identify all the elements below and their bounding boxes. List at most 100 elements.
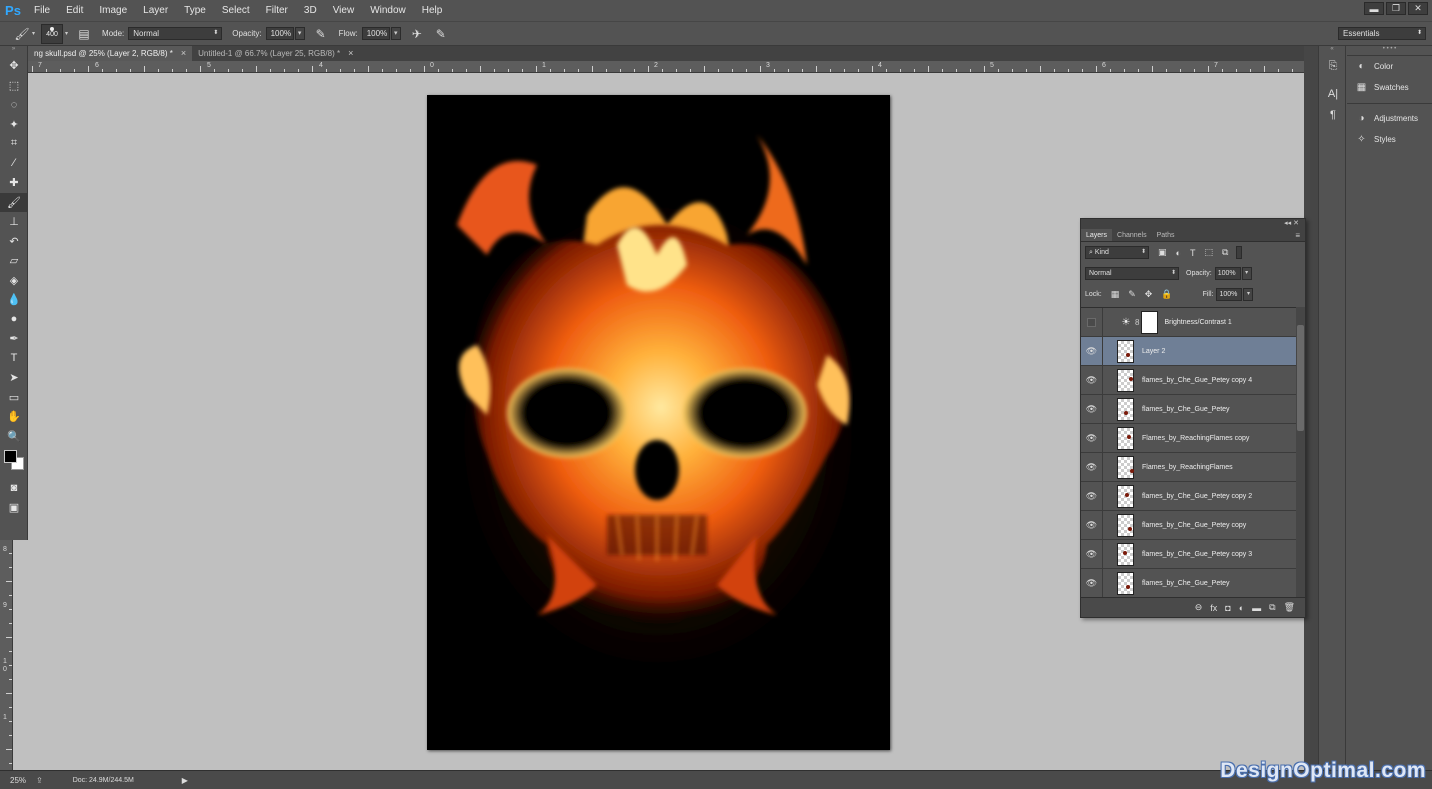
airbrush-icon[interactable]: ✈	[409, 26, 425, 42]
tab-skull-document[interactable]: ng skull.psd @ 25% (Layer 2, RGB/8) * ×	[28, 46, 193, 61]
mask-link-icon[interactable]: 8	[1135, 318, 1139, 327]
menu-item-help[interactable]: Help	[414, 0, 451, 21]
type-filter-icon[interactable]: T	[1190, 248, 1196, 258]
layer-thumbnail[interactable]	[1117, 397, 1134, 421]
visibility-toggle[interactable]	[1081, 308, 1103, 337]
filter-toggle[interactable]	[1236, 246, 1243, 259]
layer-row[interactable]: 👁 flames_by_Che_Gue_Petey copy	[1081, 510, 1296, 540]
menu-item-select[interactable]: Select	[214, 0, 258, 21]
layer-thumbnail[interactable]	[1117, 426, 1134, 450]
pixel-filter-icon[interactable]: ▣	[1158, 247, 1167, 258]
opacity-input[interactable]: 100%	[265, 27, 294, 40]
dock-item-color[interactable]: ◐ Color	[1347, 56, 1432, 77]
eye-icon[interactable]: 👁	[1081, 568, 1103, 598]
type-tool-icon[interactable]: T	[0, 349, 28, 369]
layer-row[interactable]: 👁 flames_by_Che_Gue_Petey	[1081, 394, 1296, 424]
lock-transparent-icon[interactable]: ▦	[1111, 289, 1120, 300]
brush-dropdown-icon[interactable]: ▾	[65, 30, 68, 37]
horizontal-ruler[interactable]: 7 6 5 4 0 1 2 3 4 5 6 7	[28, 61, 1304, 73]
pen-tool-icon[interactable]: ✒	[0, 329, 28, 349]
eye-icon[interactable]: 👁	[1081, 423, 1103, 453]
tab-layers[interactable]: Layers	[1081, 229, 1113, 241]
layer-row[interactable]: 👁 Flames_by_ReachingFlames	[1081, 452, 1296, 482]
screen-mode-icon[interactable]: ▣	[0, 498, 28, 518]
layer-opacity-input[interactable]: 100%	[1214, 267, 1241, 280]
clone-stamp-tool-icon[interactable]: ⊥	[0, 212, 28, 232]
layer-filter-select[interactable]: ⌕ Kind ⬍	[1085, 246, 1149, 259]
layer-thumbnail[interactable]	[1117, 484, 1134, 508]
add-mask-icon[interactable]: ◘	[1225, 603, 1230, 613]
paragraph-panel-icon[interactable]: ¶	[1319, 104, 1347, 125]
layer-thumbnail[interactable]	[1117, 571, 1134, 595]
brush-preset-picker[interactable]: 400	[41, 23, 64, 44]
blur-tool-icon[interactable]: 💧	[0, 290, 28, 310]
layer-thumbnail[interactable]	[1117, 542, 1134, 566]
layer-mask-thumbnail[interactable]	[1141, 310, 1159, 334]
restore-button[interactable]: ❐	[1386, 2, 1406, 15]
fill-dropdown[interactable]: ▾	[1243, 288, 1254, 301]
dodge-tool-icon[interactable]: ●	[0, 310, 28, 330]
layer-thumbnail[interactable]	[1117, 513, 1134, 537]
layer-list-scrollbar[interactable]	[1296, 307, 1305, 598]
layer-row[interactable]: 👁 flames_by_Che_Gue_Petey copy 2	[1081, 481, 1296, 511]
close-button[interactable]: ✕	[1408, 2, 1428, 15]
dock-item-styles[interactable]: ✧ Styles	[1347, 129, 1432, 150]
hand-tool-icon[interactable]: ✋	[0, 407, 28, 427]
lock-all-icon[interactable]: 🔒	[1161, 289, 1172, 300]
foreground-color[interactable]	[4, 450, 17, 463]
move-tool-icon[interactable]: ✥	[0, 56, 28, 76]
document-canvas[interactable]	[427, 95, 890, 750]
lock-pixels-icon[interactable]: ✎	[1128, 289, 1136, 300]
history-panel-icon[interactable]: ⎘	[1319, 56, 1347, 77]
eye-icon[interactable]: 👁	[1081, 481, 1103, 511]
flow-dropdown[interactable]: ▾	[390, 27, 401, 40]
vertical-scroll-area[interactable]	[1304, 46, 1318, 770]
paint-bucket-tool-icon[interactable]: ◈	[0, 271, 28, 291]
menu-item-layer[interactable]: Layer	[135, 0, 176, 21]
menu-item-view[interactable]: View	[325, 0, 363, 21]
delete-layer-icon[interactable]: 🗑	[1284, 602, 1295, 613]
panel-collapse-icon[interactable]: ◂◂ ✕	[1284, 219, 1299, 227]
healing-brush-tool-icon[interactable]: ✚	[0, 173, 28, 193]
tab-close-icon[interactable]: ×	[348, 46, 353, 61]
eye-icon[interactable]: 👁	[1081, 539, 1103, 569]
pressure-size-icon[interactable]: ✎	[433, 26, 449, 42]
layer-list[interactable]: ☀ 8 Brightness/Contrast 1 👁 Layer 2 👁 flames_b…	[1081, 307, 1296, 598]
panel-menu-icon[interactable]: ≡	[1295, 229, 1300, 242]
magic-wand-tool-icon[interactable]: ✦	[0, 115, 28, 135]
marquee-tool-icon[interactable]: ⬚	[0, 76, 28, 96]
pressure-opacity-icon[interactable]: ✎	[313, 26, 329, 42]
layer-row[interactable]: 👁 flames_by_Che_Gue_Petey	[1081, 568, 1296, 598]
eye-icon[interactable]: 👁	[1081, 394, 1103, 424]
layer-row[interactable]: 👁 Layer 2	[1081, 336, 1296, 366]
menu-item-window[interactable]: Window	[362, 0, 414, 21]
layer-thumbnail[interactable]	[1117, 368, 1134, 392]
minimize-button[interactable]: ▬	[1364, 2, 1384, 15]
brush-panel-icon[interactable]: ▤	[76, 26, 92, 42]
menu-item-file[interactable]: File	[26, 0, 58, 21]
crop-tool-icon[interactable]: ⌗	[0, 134, 28, 154]
new-group-icon[interactable]: ▬	[1252, 603, 1261, 613]
layer-row[interactable]: 👁 Flames_by_ReachingFlames copy	[1081, 423, 1296, 453]
strip-grip[interactable]: «	[1319, 46, 1345, 56]
layer-row[interactable]: 👁 flames_by_Che_Gue_Petey copy 3	[1081, 539, 1296, 569]
eye-icon[interactable]: 👁	[1081, 452, 1103, 482]
eye-icon[interactable]: 👁	[1081, 510, 1103, 540]
eye-icon[interactable]: 👁	[1081, 365, 1103, 395]
link-layers-icon[interactable]: ⊖	[1195, 602, 1203, 613]
smart-object-filter-icon[interactable]: ⧉	[1222, 247, 1228, 258]
zoom-tool-icon[interactable]: 🔍	[0, 427, 28, 447]
history-brush-tool-icon[interactable]: ↶	[0, 232, 28, 252]
dock-item-adjustments[interactable]: ◑ Adjustments	[1347, 108, 1432, 129]
layer-thumbnail[interactable]	[1117, 455, 1134, 479]
adjustment-filter-icon[interactable]: ◐	[1176, 248, 1181, 258]
zoom-level[interactable]: 25%	[0, 776, 30, 785]
mode-select[interactable]: Normal ⬍	[128, 27, 223, 40]
layers-panel-titlebar[interactable]: ◂◂ ✕	[1081, 219, 1305, 229]
lock-position-icon[interactable]: ✥	[1145, 289, 1153, 300]
flow-input[interactable]: 100%	[361, 27, 390, 40]
tab-paths[interactable]: Paths	[1152, 229, 1180, 241]
brush-tool-icon[interactable]: 🖌	[0, 192, 28, 212]
dock-item-swatches[interactable]: ▦ Swatches	[1347, 77, 1432, 98]
fill-input[interactable]: 100%	[1216, 288, 1243, 301]
